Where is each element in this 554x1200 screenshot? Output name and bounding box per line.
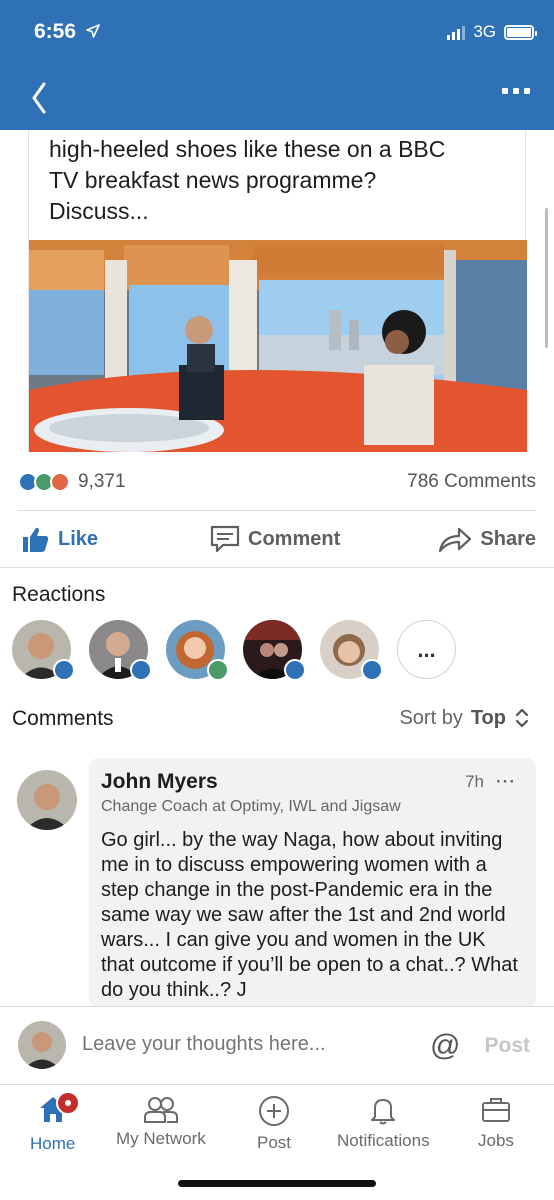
battery-icon — [504, 24, 537, 40]
share-label: Share — [480, 527, 536, 550]
notification-badge — [55, 1091, 80, 1115]
tab-post[interactable]: Post — [257, 1095, 291, 1153]
comment-more-button[interactable]: ··· — [496, 772, 516, 792]
support-badge-icon — [207, 659, 229, 681]
thumbs-up-icon — [23, 527, 49, 552]
tab-my-network-label: My Network — [116, 1129, 206, 1148]
comment-composer: @ Post — [0, 1006, 554, 1084]
sort-chevrons-icon — [515, 708, 529, 728]
comment-input[interactable] — [82, 1033, 402, 1056]
comments-title: Comments — [12, 707, 114, 730]
reactor-avatar[interactable] — [243, 620, 306, 681]
current-user-avatar — [18, 1021, 66, 1069]
reactor-avatar[interactable] — [166, 620, 229, 681]
reactor-avatar[interactable] — [89, 620, 152, 681]
clock: 6:56 — [34, 20, 77, 43]
like-badge-icon — [284, 659, 306, 681]
like-badge-icon — [361, 659, 383, 681]
location-arrow-icon — [86, 24, 100, 38]
home-indicator — [178, 1180, 376, 1187]
comment-item: John Myers Change Coach at Optimy, IWL a… — [89, 758, 536, 1008]
post-image[interactable] — [29, 240, 527, 452]
reactor-avatar[interactable] — [320, 620, 383, 681]
divider — [0, 567, 554, 568]
status-indicators: 3G — [447, 22, 537, 42]
comments-count[interactable]: 786 Comments — [407, 471, 536, 493]
post-actions: Like Comment Share — [0, 514, 554, 564]
comment-text: Go girl... by the way Naga, how about in… — [101, 829, 518, 1001]
reactor-avatar[interactable] — [12, 620, 75, 681]
network-icon — [143, 1097, 178, 1123]
reaction-summary[interactable]: 9,371 — [18, 471, 126, 493]
comment-label: Comment — [248, 527, 341, 550]
tab-jobs[interactable]: Jobs — [478, 1095, 514, 1151]
status-time: 6:56 — [34, 20, 100, 44]
like-badge-icon — [53, 659, 75, 681]
briefcase-icon — [481, 1098, 510, 1122]
sort-prefix: Sort by — [399, 706, 463, 729]
more-reactions-button[interactable]: ... — [397, 620, 456, 679]
app-header: 6:56 3G — [0, 0, 554, 130]
like-button[interactable]: Like — [20, 525, 98, 553]
back-button[interactable] — [26, 78, 56, 118]
reactions-title: Reactions — [12, 583, 106, 606]
comment-author-avatar[interactable] — [17, 770, 77, 830]
post-comment-button[interactable]: Post — [484, 1034, 530, 1058]
comment-button[interactable]: Comment — [210, 525, 340, 553]
network-type: 3G — [473, 22, 496, 41]
comment-bubble-icon — [210, 525, 240, 553]
post-text: high-heeled shoes like these on a BBC TV… — [29, 130, 525, 240]
love-reaction-icon — [50, 472, 70, 492]
tab-home[interactable]: Home — [30, 1091, 80, 1154]
tab-notifications-label: Notifications — [337, 1131, 430, 1150]
more-options-button[interactable] — [502, 88, 530, 94]
chevron-left-icon — [32, 82, 46, 114]
tab-notifications[interactable]: Notifications — [337, 1095, 430, 1151]
post-card: high-heeled shoes like these on a BBC TV… — [28, 130, 527, 452]
bell-icon — [371, 1099, 396, 1125]
post-text-line: Discuss... — [49, 198, 149, 224]
like-badge-icon — [130, 659, 152, 681]
reactions-avatar-list: ... — [12, 620, 456, 681]
scroll-indicator — [545, 208, 548, 348]
share-arrow-icon — [439, 527, 472, 553]
tab-home-label: Home — [30, 1134, 76, 1153]
comment-author-headline: Change Coach at Optimy, IWL and Jigsaw — [101, 798, 401, 815]
post-text-line: TV breakfast news programme? — [49, 167, 377, 193]
signal-icon — [447, 24, 466, 40]
like-label: Like — [58, 527, 99, 550]
reaction-count: 9,371 — [78, 471, 126, 492]
sort-comments-button[interactable]: Sort by Top — [399, 706, 530, 730]
post-social-counts[interactable]: 9,371 786 Comments — [18, 462, 536, 502]
mention-at-icon[interactable]: @ — [430, 1029, 460, 1063]
post-plus-icon — [259, 1096, 290, 1126]
tab-jobs-label: Jobs — [478, 1131, 514, 1150]
comment-timestamp: 7h — [465, 772, 484, 791]
sort-value: Top — [470, 706, 506, 729]
post-text-line: high-heeled shoes like these on a BBC — [49, 136, 446, 162]
tab-my-network[interactable]: My Network — [116, 1095, 206, 1149]
tab-post-label: Post — [257, 1133, 292, 1152]
comment-author-name[interactable]: John Myers — [101, 770, 524, 794]
share-button[interactable]: Share — [438, 525, 536, 553]
divider — [18, 510, 536, 511]
